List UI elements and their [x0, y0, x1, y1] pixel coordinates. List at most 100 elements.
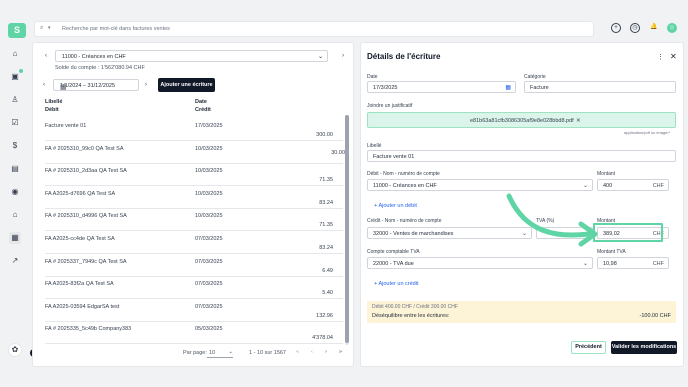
- user-circle-icon[interactable]: ◉: [9, 186, 21, 198]
- table-row[interactable]: FA A2025-d7696 QA Test SA 10/03/2025 83.24: [45, 187, 343, 209]
- chevron-down-icon: ⌄: [521, 231, 527, 237]
- add-icon[interactable]: +: [611, 23, 621, 33]
- account-select[interactable]: 11000 - Créances en CHF ⌄: [55, 50, 328, 62]
- row-debit: 6.49: [322, 267, 333, 274]
- money-icon[interactable]: $: [9, 140, 21, 152]
- credit-account-select[interactable]: 32000 - Ventes de marchandises ⌄: [367, 227, 532, 239]
- app-logo[interactable]: S: [8, 23, 26, 38]
- row-label: FA A2025-03594 EdgarSA test: [45, 303, 120, 310]
- row-date: 10/03/2025: [195, 213, 223, 220]
- search-input[interactable]: Recherche par mot-clé dans factures vent…: [62, 26, 170, 32]
- per-page-value: 10: [209, 350, 216, 356]
- ledger-icon[interactable]: ▦: [9, 232, 21, 244]
- date-range-input[interactable]: 1/1/2024 – 31/12/2025 ▦: [53, 79, 139, 91]
- prev-account-button[interactable]: ‹: [41, 51, 51, 61]
- prev-period-button[interactable]: ‹: [39, 80, 49, 90]
- row-label: Facture vente 01: [45, 123, 87, 129]
- row-credit: 30.00: [331, 149, 345, 156]
- libelle-value: Facture vente 01: [373, 154, 415, 160]
- calendar-icon[interactable]: ▦: [60, 83, 135, 91]
- debit-account-select[interactable]: 11000 - Créances en CHF ⌄: [367, 179, 593, 191]
- attachment[interactable]: e81b63a81cfb3086305af9e8e028bbd8.pdf ✕: [367, 112, 676, 128]
- contacts-icon[interactable]: ♙: [9, 94, 21, 106]
- debit-amount-field[interactable]: 400 CHF: [597, 179, 669, 191]
- table-row[interactable]: FA # 2025310_99c0 QA Test SA 10/03/2025 30…: [45, 142, 345, 164]
- category-label: Catégorie: [524, 74, 546, 80]
- table-row[interactable]: FA A2025-03594 EdgarSA test 07/03/2025 132…: [45, 300, 343, 322]
- account-balance: Solde du compte : 1'562'080.94 CHF: [55, 65, 145, 71]
- clock-icon[interactable]: ◷: [630, 23, 640, 33]
- pagination: Par page: 10 ⌄ 1 - 10 sur 1567 « ‹ › »: [183, 348, 353, 360]
- row-debit: 71.35: [319, 177, 333, 184]
- next-period-button[interactable]: ›: [141, 80, 151, 90]
- row-date: 07/03/2025: [195, 236, 223, 242]
- col-credit: Crédit: [195, 107, 211, 113]
- chart-icon[interactable]: ↗: [9, 255, 21, 267]
- add-debit-link[interactable]: + Ajouter un débit: [374, 203, 417, 209]
- next-account-button[interactable]: ›: [338, 51, 348, 61]
- more-icon[interactable]: ⋮: [657, 53, 664, 61]
- calendar-icon[interactable]: ▦: [505, 84, 511, 91]
- row-label: FA # 2025310_99c0 QA Test SA: [45, 145, 124, 152]
- row-date: 07/03/2025: [195, 303, 223, 310]
- category-field[interactable]: Facture: [524, 81, 676, 93]
- tva-pct-select[interactable]: ⌄: [536, 227, 593, 239]
- chevron-down-icon: ⌄: [582, 183, 588, 189]
- chevron-down-icon[interactable]: ▾: [48, 25, 51, 31]
- row-label: FA A2025-d7696 QA Test SA: [45, 190, 116, 197]
- table-row[interactable]: FA # 2025310_d4996 QA Test SA 10/03/2025 7…: [45, 209, 343, 232]
- avatar[interactable]: ☺: [667, 23, 677, 33]
- add-entry-button[interactable]: Ajouter une écriture: [158, 78, 215, 92]
- chevron-down-icon: ⌄: [317, 54, 323, 60]
- close-icon[interactable]: ✕: [670, 52, 677, 61]
- table-row[interactable]: Facture vente 01 17/03/2025 300.00: [45, 119, 343, 141]
- row-label: FA A2025-83f2a QA Test SA: [45, 281, 114, 288]
- row-label: FA A2025-cc4de QA Test SA: [45, 236, 115, 242]
- table-row[interactable]: FA A2025-83f2a QA Test SA 07/03/2025 5.40: [45, 277, 343, 300]
- row-date: 07/03/2025: [195, 281, 223, 288]
- table-row[interactable]: FA # 2025335_5c49b Company383 05/03/2025 4…: [45, 322, 343, 345]
- tva-amount-field[interactable]: 10,98 CHF: [597, 257, 669, 269]
- col-debit: Débit: [45, 107, 59, 113]
- row-date: 10/03/2025: [195, 190, 223, 197]
- table-row[interactable]: FA # 2025337_7949c QA Test SA 07/03/2025 6…: [45, 255, 343, 277]
- scrollbar[interactable]: [345, 115, 349, 345]
- prev-page-icon[interactable]: ‹: [311, 349, 313, 355]
- home-icon[interactable]: ⌂: [9, 48, 21, 60]
- balance-summary: Débit 400.00 CHF / Crédit 300.00 CHF: [372, 304, 458, 310]
- tasks-icon[interactable]: ☑: [9, 117, 21, 129]
- inbox-icon[interactable]: ▣: [9, 69, 23, 83]
- tva-account-select[interactable]: 22000 - TVA due ⌄: [367, 257, 593, 269]
- date-field[interactable]: 17/3/2025 ▦: [367, 81, 516, 93]
- remove-attachment-icon[interactable]: ✕: [576, 118, 581, 124]
- last-page-icon[interactable]: »: [339, 349, 342, 355]
- add-credit-link[interactable]: + Ajouter un crédit: [374, 281, 419, 287]
- row-date: 07/03/2025: [195, 258, 223, 265]
- ledger-panel: ‹ 11000 - Créances en CHF ⌄ › Solde du c…: [32, 42, 354, 367]
- page-range: 1 - 10 sur 1567: [249, 350, 286, 356]
- row-label: FA # 2025310_d4996 QA Test SA: [45, 213, 127, 220]
- row-label: FA # 2025337_7949c QA Test SA: [45, 258, 127, 265]
- next-page-icon[interactable]: ›: [325, 349, 327, 355]
- libelle-field[interactable]: Facture vente 01: [367, 150, 676, 162]
- previous-button[interactable]: Précédent: [571, 341, 606, 354]
- first-page-icon[interactable]: «: [296, 349, 299, 355]
- bank-icon[interactable]: ⌂: [9, 209, 21, 221]
- tva-account-value: 22000 - TVA due: [373, 261, 414, 267]
- credit-label: Crédit - Nom - numéro de compte: [367, 218, 442, 224]
- bell-icon[interactable]: 🔔: [649, 23, 659, 33]
- per-page-select[interactable]: 10 ⌄: [207, 348, 233, 358]
- row-date: 10/03/2025: [195, 145, 223, 152]
- table-row[interactable]: FA # 2025310_2d3aa QA Test SA 10/03/2025 7…: [45, 164, 343, 187]
- row-date: 10/03/2025: [195, 168, 223, 175]
- row-label: FA # 2025335_5c49b Company383: [45, 326, 132, 333]
- save-button[interactable]: Valider les modifications: [611, 341, 677, 354]
- bag-icon[interactable]: ▤: [9, 163, 21, 175]
- category-value: Facture: [530, 85, 549, 91]
- row-debit: 83.24: [319, 245, 333, 251]
- tutorial-highlight: [593, 223, 663, 242]
- search-bar[interactable]: ⌕ ▾ Recherche par mot-clé dans factures …: [34, 21, 594, 37]
- credit-account-value: 32000 - Ventes de marchandises: [373, 231, 454, 237]
- help-icon[interactable]: ✿: [8, 343, 22, 357]
- table-row[interactable]: FA A2025-cc4de QA Test SA 07/03/2025 83.24: [45, 232, 343, 254]
